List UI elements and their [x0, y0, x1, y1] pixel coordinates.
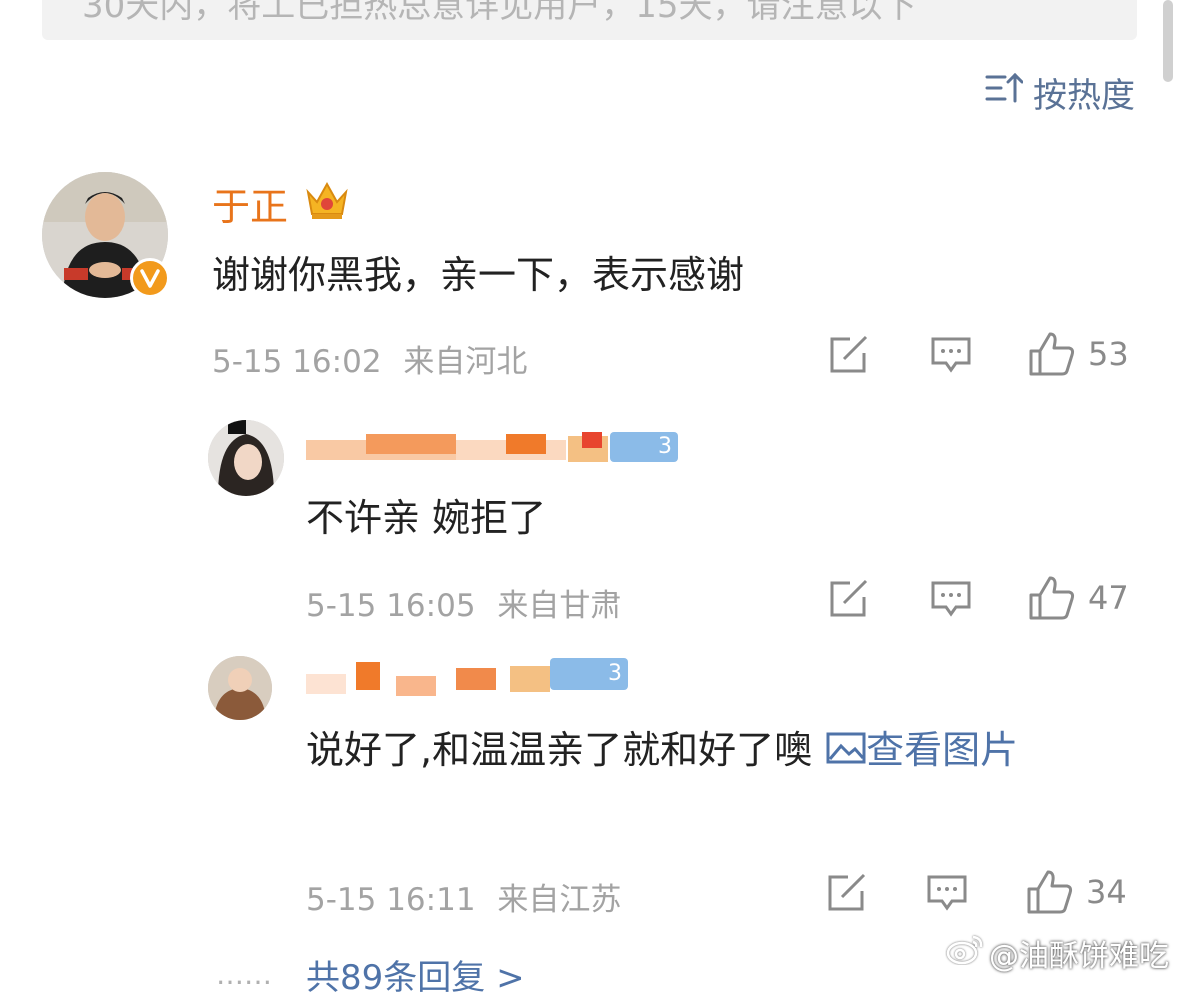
like-count: 34: [1086, 873, 1127, 911]
reply-text: 说好了,和温温亲了就和好了噢 查看图片: [306, 728, 1019, 772]
reply-meta: 5-15 16:05 来自甘肃: [306, 580, 621, 625]
image-icon: [826, 732, 866, 764]
thumbs-up-icon: [1029, 332, 1075, 376]
reply-text: 不许亲 婉拒了: [306, 496, 547, 540]
comment-location: 来自河北: [403, 344, 528, 380]
reply-location: 来自甘肃: [497, 588, 622, 624]
like-button[interactable]: 34: [1026, 869, 1127, 915]
avatar[interactable]: [208, 420, 284, 496]
comment-icon: [927, 875, 967, 911]
watermark-text: @油酥饼难吃: [989, 939, 1169, 974]
forward-icon: [828, 873, 866, 911]
reply-location: 来自江苏: [497, 882, 622, 918]
notice-bar: 30天内，将工已担热总意详见用户，15天，请注意以下: [42, 0, 1137, 40]
forward-icon: [830, 335, 868, 373]
thumbs-up-icon: [1027, 870, 1073, 914]
view-image-link[interactable]: 查看图片: [826, 728, 1018, 772]
like-button[interactable]: 53: [1028, 331, 1129, 377]
comment-time: 5-15 16:02: [212, 344, 382, 380]
like-button[interactable]: 47: [1028, 575, 1129, 621]
sort-by-hot-button[interactable]: 按热度: [985, 70, 1135, 116]
avatar[interactable]: [208, 656, 272, 720]
notice-text: 30天内，将工已担热总意详见用户，15天，请注意以下: [82, 0, 917, 26]
forward-button[interactable]: [828, 335, 870, 375]
sort-label: 按热度: [1033, 75, 1135, 116]
reply-time: 5-15 16:11: [306, 882, 476, 918]
thumbs-up-icon: [1029, 576, 1075, 620]
scrollbar[interactable]: [1163, 0, 1173, 82]
verified-v-icon: [130, 258, 170, 298]
weibo-watermark: @油酥饼难吃: [945, 931, 1169, 975]
comment-text: 谢谢你黑我，亲一下，表示感谢: [212, 253, 745, 297]
like-count: 47: [1088, 579, 1129, 617]
comment-meta: 5-15 16:02 来自河北: [212, 336, 527, 381]
more-replies-link[interactable]: 共89条回复 >: [306, 950, 525, 999]
level-badge: 3: [550, 658, 628, 690]
reply-time: 5-15 16:05: [306, 588, 476, 624]
forward-button[interactable]: [828, 579, 870, 619]
forward-button[interactable]: [826, 873, 868, 913]
reply-meta: 5-15 16:11 来自江苏: [306, 874, 621, 919]
reply-author-name-obscured[interactable]: 3: [306, 658, 636, 696]
comment-icon: [931, 581, 971, 617]
comment-author-name[interactable]: 于正: [212, 176, 288, 231]
sort-icon: [985, 71, 1024, 114]
reply-button[interactable]: [930, 579, 972, 619]
reply-button[interactable]: [926, 873, 968, 913]
comment-icon: [931, 337, 971, 373]
more-dots: ……: [216, 958, 272, 991]
level-badge: 3: [610, 432, 678, 462]
weibo-logo-icon: [945, 933, 985, 973]
reply-button[interactable]: [930, 335, 972, 375]
reply-author-name-obscured[interactable]: 3: [306, 432, 686, 466]
forward-icon: [830, 579, 868, 617]
crown-icon: [304, 178, 350, 224]
like-count: 53: [1088, 335, 1129, 373]
